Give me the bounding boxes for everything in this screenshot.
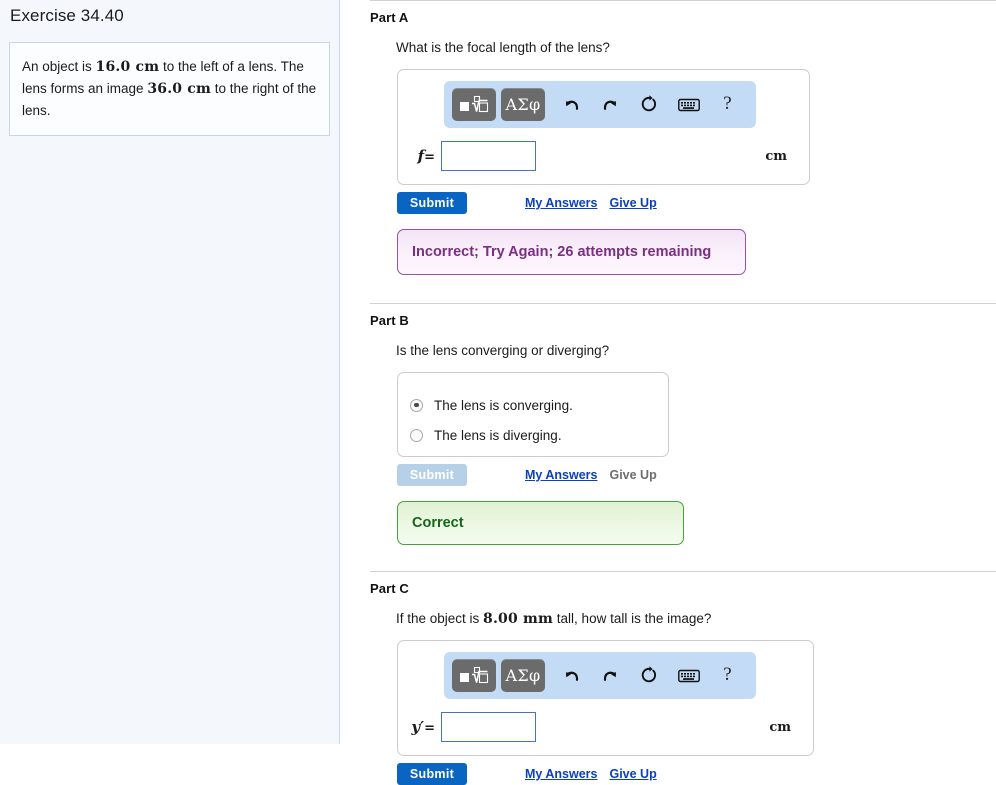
part-a-unit-label: cm [765,148,787,164]
problem-statement-box: An object is 16.0 cm to the left of a le… [9,42,330,136]
redo-arrow-icon[interactable] [593,88,628,121]
math-template-icon[interactable] [452,88,496,121]
part-a-actions: Submit My Answers Give Up [397,192,996,214]
radio-button-diverging[interactable] [410,428,423,442]
problem-text-part-1: An object is [22,59,96,74]
redo-arrow-icon[interactable] [593,659,628,692]
part-c-math-toolbar: ΑΣφ ? [444,652,756,699]
part-c-variable-label: y′= [411,718,435,736]
keyboard-icon[interactable] [671,88,706,121]
page-title: Exercise 34.40 [10,6,124,25]
divider-part-c [370,571,996,572]
part-b-submit-button: Submit [397,464,467,486]
part-a-answer-input[interactable] [441,141,536,171]
keyboard-icon[interactable] [671,659,706,692]
part-c-submit-button[interactable]: Submit [397,763,467,785]
greek-symbols-button[interactable]: ΑΣφ [501,659,545,692]
part-a-feedback-incorrect: Incorrect; Try Again; 26 attempts remain… [397,229,746,275]
part-c-answer-input[interactable] [441,712,536,742]
part-c-my-answers-link[interactable]: My Answers [525,767,597,781]
part-b-feedback-correct: Correct [397,501,684,545]
math-template-icon[interactable] [452,659,496,692]
part-c-section: Part C If the object is 8.00 mm tall, ho… [341,581,996,785]
part-a-give-up-link[interactable]: Give Up [609,196,656,210]
part-c-answer-row: y′= cm [398,699,813,755]
part-c-actions: Submit My Answers Give Up [397,763,996,785]
part-a-section: Part A What is the focal length of the l… [341,10,996,275]
part-a-question: What is the focal length of the lens? [396,40,610,55]
part-c-give-up-link[interactable]: Give Up [609,767,656,781]
part-b-actions: Submit My Answers Give Up [397,464,996,486]
part-c-answer-panel: ΑΣφ ? y′= cm [397,640,814,756]
part-c-question-text-1: If the object is [396,611,484,626]
problem-sidebar: Exercise 34.40 An object is 16.0 cm to t… [0,0,340,744]
greek-symbols-button[interactable]: ΑΣφ [501,88,545,121]
radio-button-converging[interactable] [410,398,423,412]
part-b-question: Is the lens converging or diverging? [396,343,610,358]
part-c-question-text-2: tall, how tall is the image? [553,611,712,626]
part-b-section: Part B Is the lens converging or divergi… [341,313,996,545]
undo-arrow-icon[interactable] [554,88,589,121]
problem-statement-text: An object is 16.0 cm to the left of a le… [22,56,317,121]
parts-content: Part A What is the focal length of the l… [341,0,996,785]
part-a-my-answers-link[interactable]: My Answers [525,196,597,210]
part-a-title: Part A [370,10,409,25]
divider-top [370,0,996,1]
part-b-choice-panel: The lens is converging. The lens is dive… [397,372,669,457]
image-distance-value: 36.0 cm [147,81,212,97]
help-icon[interactable]: ? [710,87,745,122]
part-c-title: Part C [370,581,409,596]
part-a-math-toolbar: ΑΣφ ? [444,81,756,128]
part-b-choice-diverging[interactable]: The lens is diverging. [410,420,668,450]
part-a-submit-button[interactable]: Submit [397,192,467,214]
undo-arrow-icon[interactable] [554,659,589,692]
part-b-title: Part B [370,313,409,328]
part-b-choice-label: The lens is converging. [434,397,573,413]
part-b-give-up-link: Give Up [609,468,657,482]
part-b-choice-converging[interactable]: The lens is converging. [410,390,668,420]
mastering-physics-page: Exercise 34.40 An object is 16.0 cm to t… [0,0,996,785]
part-a-variable-label: f= [417,147,435,165]
part-a-answer-row: f= cm [398,128,809,184]
help-icon[interactable]: ? [710,658,745,693]
divider-part-b [370,303,996,304]
part-b-my-answers-link[interactable]: My Answers [525,468,597,482]
object-height-value: 8.00 mm [483,611,554,627]
part-b-choice-label: The lens is diverging. [434,427,562,443]
object-distance-value: 16.0 cm [95,59,160,75]
reset-circular-arrow-icon[interactable] [632,88,667,121]
part-c-question: If the object is 8.00 mm tall, how tall … [396,610,996,628]
part-a-answer-panel: ΑΣφ ? f= cm [397,69,810,185]
reset-circular-arrow-icon[interactable] [632,659,667,692]
part-c-unit-label: cm [769,719,791,735]
